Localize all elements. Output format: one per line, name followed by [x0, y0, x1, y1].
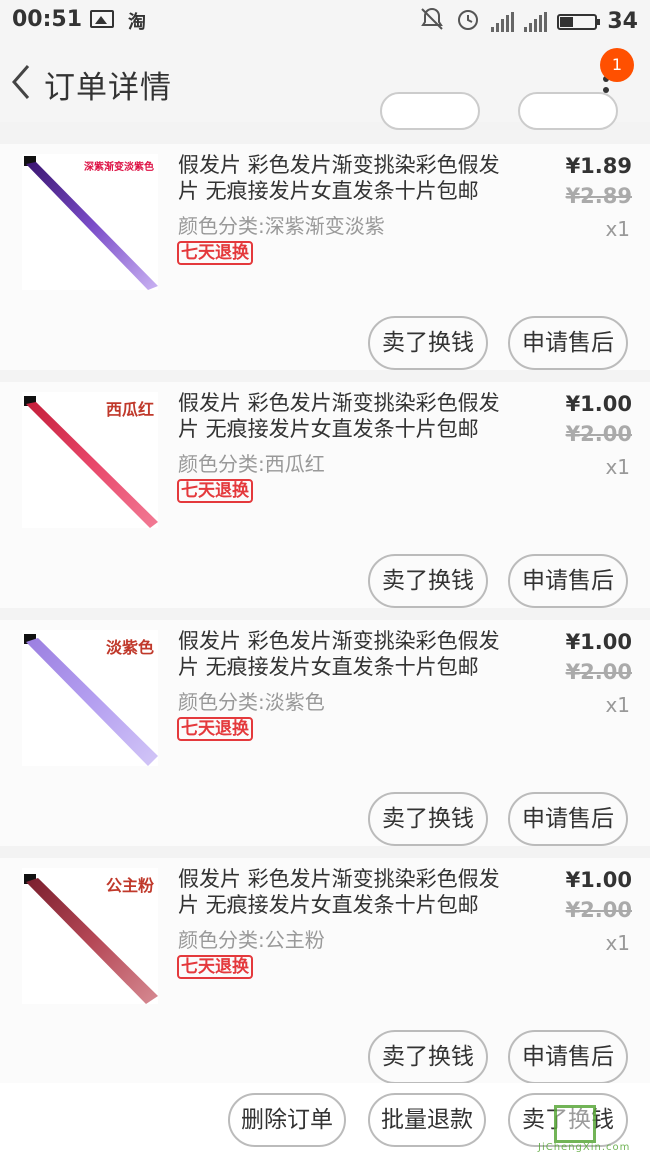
delete-order-button[interactable]: 删除订单 [228, 1093, 346, 1147]
order-item[interactable]: 深紫渐变淡紫色 假发片 彩色发片渐变挑染彩色假发片 无痕接发片女直发条十片包邮 … [0, 144, 650, 370]
sell-for-cash-button[interactable]: 卖了换钱 [368, 1030, 488, 1084]
return-policy-badge: 七天退换 [177, 479, 253, 503]
quantity: x1 [605, 455, 630, 479]
product-spec: 颜色分类:淡紫色 [178, 690, 325, 714]
sell-for-cash-button[interactable]: 卖了换钱 [508, 1093, 628, 1147]
image-icon [90, 10, 114, 28]
page-title: 订单详情 [44, 70, 172, 106]
partial-button [380, 92, 480, 130]
back-arrow-icon[interactable] [8, 62, 38, 102]
product-thumbnail[interactable]: 西瓜红 [22, 392, 158, 528]
order-item[interactable]: 淡紫色 假发片 彩色发片渐变挑染彩色假发片 无痕接发片女直发条十片包邮 颜色分类… [0, 620, 650, 846]
thumbnail-label: 深紫渐变淡紫色 [84, 162, 154, 173]
after-sale-button[interactable]: 申请售后 [508, 554, 628, 608]
quantity: x1 [605, 931, 630, 955]
quantity: x1 [605, 693, 630, 717]
after-sale-button[interactable]: 申请售后 [508, 1030, 628, 1084]
price: ¥1.00 [565, 868, 632, 892]
original-price: ¥2.00 [565, 660, 632, 684]
partial-button [518, 92, 618, 130]
signal-icon [524, 11, 548, 32]
product-title[interactable]: 假发片 彩色发片渐变挑染彩色假发片 无痕接发片女直发条十片包邮 [178, 866, 518, 918]
original-price: ¥2.00 [565, 422, 632, 446]
thumbnail-label: 西瓜红 [105, 400, 154, 419]
original-price: ¥2.89 [565, 184, 632, 208]
bulk-refund-button[interactable]: 批量退款 [368, 1093, 486, 1147]
quantity: x1 [605, 217, 630, 241]
after-sale-button[interactable]: 申请售后 [508, 316, 628, 370]
product-title[interactable]: 假发片 彩色发片渐变挑染彩色假发片 无痕接发片女直发条十片包邮 [178, 628, 518, 680]
price: ¥1.00 [565, 630, 632, 654]
notification-badge: 1 [600, 48, 634, 82]
product-thumbnail[interactable]: 淡紫色 [22, 630, 158, 766]
order-item[interactable]: 西瓜红 假发片 彩色发片渐变挑染彩色假发片 无痕接发片女直发条十片包邮 颜色分类… [0, 382, 650, 608]
battery-icon [557, 13, 601, 30]
price: ¥1.89 [565, 154, 632, 178]
thumbnail-label: 淡紫色 [105, 638, 154, 657]
product-thumbnail[interactable]: 深紫渐变淡紫色 [22, 154, 158, 290]
alarm-icon [455, 6, 481, 37]
product-title[interactable]: 假发片 彩色发片渐变挑染彩色假发片 无痕接发片女直发条十片包邮 [178, 390, 518, 442]
taobao-icon: 淘 [128, 12, 146, 33]
product-spec: 颜色分类:西瓜红 [178, 452, 325, 476]
product-spec: 颜色分类:深紫渐变淡紫 [178, 214, 385, 238]
status-bar: 00:51 淘 34 [0, 0, 650, 40]
mute-icon [419, 6, 445, 37]
order-item[interactable]: 公主粉 假发片 彩色发片渐变挑染彩色假发片 无痕接发片女直发条十片包邮 颜色分类… [0, 858, 650, 1084]
price: ¥1.00 [565, 392, 632, 416]
battery-level: 34 [607, 9, 638, 34]
original-price: ¥2.00 [565, 898, 632, 922]
status-time: 00:51 [12, 7, 83, 32]
thumbnail-label: 公主粉 [105, 876, 154, 895]
product-title[interactable]: 假发片 彩色发片渐变挑染彩色假发片 无痕接发片女直发条十片包邮 [178, 152, 518, 204]
return-policy-badge: 七天退换 [177, 955, 253, 979]
sell-for-cash-button[interactable]: 卖了换钱 [368, 316, 488, 370]
sell-for-cash-button[interactable]: 卖了换钱 [368, 554, 488, 608]
after-sale-button[interactable]: 申请售后 [508, 792, 628, 846]
return-policy-badge: 七天退换 [177, 717, 253, 741]
signal-icon [491, 11, 515, 32]
product-spec: 颜色分类:公主粉 [178, 928, 325, 952]
bottom-action-bar: 删除订单 批量退款 卖了换钱 JiChengXin.com [0, 1083, 650, 1155]
product-thumbnail[interactable]: 公主粉 [22, 868, 158, 1004]
sell-for-cash-button[interactable]: 卖了换钱 [368, 792, 488, 846]
return-policy-badge: 七天退换 [177, 241, 253, 265]
